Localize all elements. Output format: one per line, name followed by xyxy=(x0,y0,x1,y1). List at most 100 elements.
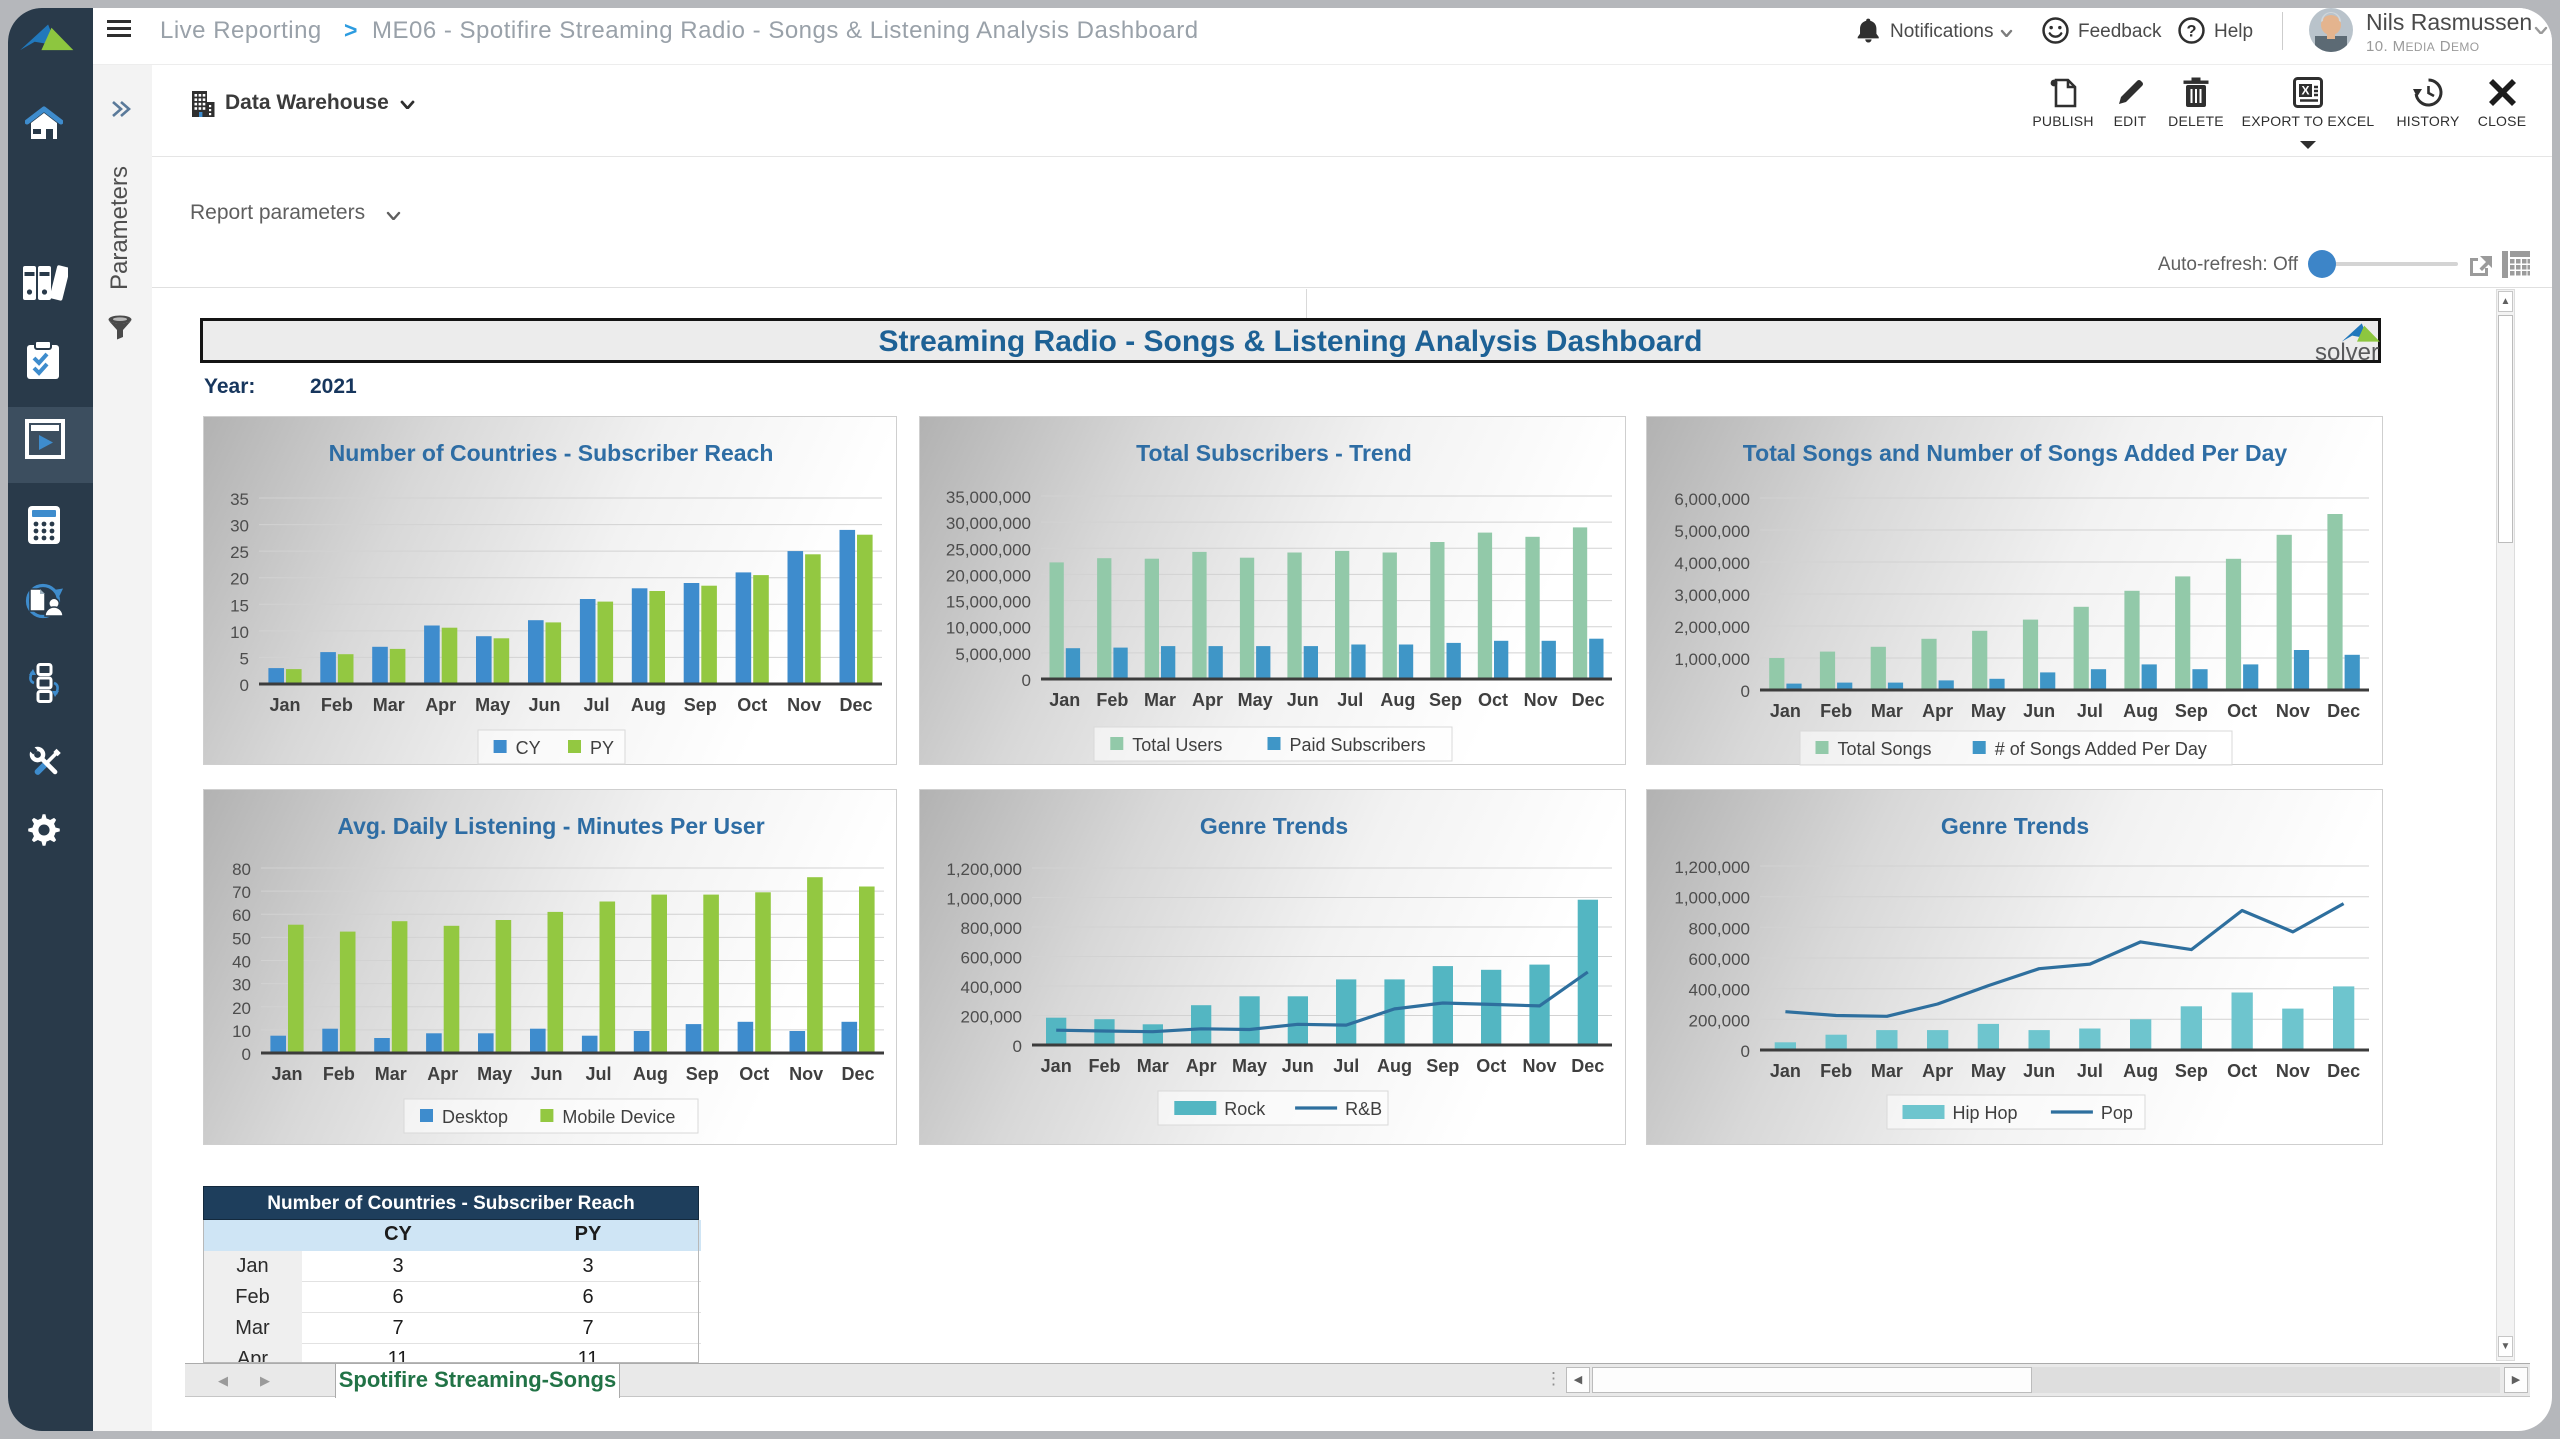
svg-text:Apr: Apr xyxy=(1922,1061,1953,1081)
svg-text:35: 35 xyxy=(230,490,249,509)
svg-text:Nov: Nov xyxy=(2276,1061,2310,1081)
svg-text:Feb: Feb xyxy=(1088,1056,1120,1076)
svg-text:Total Songs: Total Songs xyxy=(1838,739,1932,759)
svg-text:Aug: Aug xyxy=(631,695,666,715)
svg-text:May: May xyxy=(1238,690,1273,710)
svg-text:Apr: Apr xyxy=(425,695,456,715)
svg-text:Dec: Dec xyxy=(2327,701,2360,721)
svg-text:Jul: Jul xyxy=(583,695,609,715)
svg-text:20: 20 xyxy=(230,570,249,589)
svg-text:30,000,000: 30,000,000 xyxy=(946,514,1031,533)
svg-text:Jul: Jul xyxy=(585,1064,611,1084)
svg-text:May: May xyxy=(477,1064,512,1084)
svg-text:1,000,000: 1,000,000 xyxy=(1674,650,1750,669)
svg-text:Oct: Oct xyxy=(2227,701,2257,721)
svg-text:Sep: Sep xyxy=(686,1064,719,1084)
svg-text:20: 20 xyxy=(232,999,251,1018)
svg-text:Apr: Apr xyxy=(427,1064,458,1084)
svg-text:Avg. Daily Listening - Minutes: Avg. Daily Listening - Minutes Per User xyxy=(337,813,764,839)
svg-text:Jan: Jan xyxy=(1770,701,1801,721)
svg-text:400,000: 400,000 xyxy=(1689,981,1750,1000)
svg-text:1,200,000: 1,200,000 xyxy=(946,860,1022,879)
svg-text:Mar: Mar xyxy=(1137,1056,1169,1076)
svg-text:15,000,000: 15,000,000 xyxy=(946,593,1031,612)
svg-text:Oct: Oct xyxy=(1476,1056,1506,1076)
svg-text:Mar: Mar xyxy=(1871,1061,1903,1081)
svg-text:May: May xyxy=(1232,1056,1267,1076)
svg-text:Aug: Aug xyxy=(2123,1061,2158,1081)
svg-text:Total Subscribers - Trend: Total Subscribers - Trend xyxy=(1136,440,1412,466)
svg-text:Jan: Jan xyxy=(1770,1061,1801,1081)
svg-text:Nov: Nov xyxy=(1522,1056,1556,1076)
svg-text:Aug: Aug xyxy=(1377,1056,1412,1076)
svg-text:Jul: Jul xyxy=(1333,1056,1359,1076)
svg-text:Oct: Oct xyxy=(739,1064,769,1084)
svg-text:30: 30 xyxy=(230,517,249,536)
svg-text:0: 0 xyxy=(1741,682,1750,701)
svg-text:40: 40 xyxy=(232,953,251,972)
svg-text:Paid Subscribers: Paid Subscribers xyxy=(1290,735,1426,755)
svg-text:50: 50 xyxy=(232,929,251,948)
svg-text:Nov: Nov xyxy=(1524,690,1558,710)
svg-text:Aug: Aug xyxy=(1380,690,1415,710)
svg-text:Feb: Feb xyxy=(1820,1061,1852,1081)
svg-text:0: 0 xyxy=(1013,1037,1022,1056)
svg-text:Pop: Pop xyxy=(2101,1103,2133,1123)
svg-text:X: X xyxy=(2301,84,2309,98)
svg-text:Apr: Apr xyxy=(1186,1056,1217,1076)
svg-text:Desktop: Desktop xyxy=(442,1107,508,1127)
svg-text:Mobile Device: Mobile Device xyxy=(562,1107,675,1127)
svg-text:Mar: Mar xyxy=(1871,701,1903,721)
svg-text:Jun: Jun xyxy=(2023,701,2055,721)
svg-text:Jul: Jul xyxy=(1337,690,1363,710)
svg-text:Nov: Nov xyxy=(787,695,821,715)
svg-text:25,000,000: 25,000,000 xyxy=(946,540,1031,559)
svg-text:May: May xyxy=(475,695,510,715)
svg-text:1,000,000: 1,000,000 xyxy=(1674,889,1750,908)
svg-text:Feb: Feb xyxy=(1820,701,1852,721)
svg-text:Dec: Dec xyxy=(1572,690,1605,710)
svg-text:Jul: Jul xyxy=(2077,1061,2103,1081)
svg-text:Aug: Aug xyxy=(633,1064,668,1084)
svg-text:0: 0 xyxy=(1741,1042,1750,1061)
svg-text:Jul: Jul xyxy=(2077,701,2103,721)
svg-text:200,000: 200,000 xyxy=(961,1008,1022,1027)
svg-text:Rock: Rock xyxy=(1224,1099,1266,1119)
svg-text:0: 0 xyxy=(242,1045,251,1064)
svg-text:Total Songs and Number of Song: Total Songs and Number of Songs Added Pe… xyxy=(1743,440,2288,466)
svg-text:Jun: Jun xyxy=(530,1064,562,1084)
svg-text:35,000,000: 35,000,000 xyxy=(946,488,1031,507)
svg-text:Jan: Jan xyxy=(1041,1056,1072,1076)
svg-text:?: ? xyxy=(2186,22,2196,40)
svg-text:Oct: Oct xyxy=(2227,1061,2257,1081)
svg-text:Apr: Apr xyxy=(1922,701,1953,721)
svg-text:Dec: Dec xyxy=(1571,1056,1604,1076)
svg-text:Jan: Jan xyxy=(271,1064,302,1084)
svg-text:800,000: 800,000 xyxy=(1689,919,1750,938)
svg-text:Dec: Dec xyxy=(841,1064,874,1084)
svg-text:Genre Trends: Genre Trends xyxy=(1200,813,1348,839)
svg-text:10: 10 xyxy=(230,623,249,642)
svg-text:PY: PY xyxy=(590,738,614,758)
svg-text:Sep: Sep xyxy=(684,695,717,715)
svg-text:3,000,000: 3,000,000 xyxy=(1674,586,1750,605)
svg-text:Sep: Sep xyxy=(2175,701,2208,721)
svg-text:15: 15 xyxy=(230,596,249,615)
svg-text:Apr: Apr xyxy=(1192,690,1223,710)
svg-text:Mar: Mar xyxy=(1144,690,1176,710)
svg-text:Jan: Jan xyxy=(1049,690,1080,710)
svg-text:Oct: Oct xyxy=(1478,690,1508,710)
svg-text:Jan: Jan xyxy=(269,695,300,715)
svg-text:Mar: Mar xyxy=(375,1064,407,1084)
svg-text:Feb: Feb xyxy=(321,695,353,715)
svg-text:Nov: Nov xyxy=(789,1064,823,1084)
svg-text:Oct: Oct xyxy=(737,695,767,715)
svg-text:5,000,000: 5,000,000 xyxy=(955,645,1031,664)
svg-text:20,000,000: 20,000,000 xyxy=(946,566,1031,585)
svg-text:0: 0 xyxy=(240,676,249,695)
svg-text:80: 80 xyxy=(232,860,251,879)
svg-text:Dec: Dec xyxy=(2327,1061,2360,1081)
svg-text:25: 25 xyxy=(230,543,249,562)
svg-text:Sep: Sep xyxy=(2175,1061,2208,1081)
svg-text:2,000,000: 2,000,000 xyxy=(1674,618,1750,637)
